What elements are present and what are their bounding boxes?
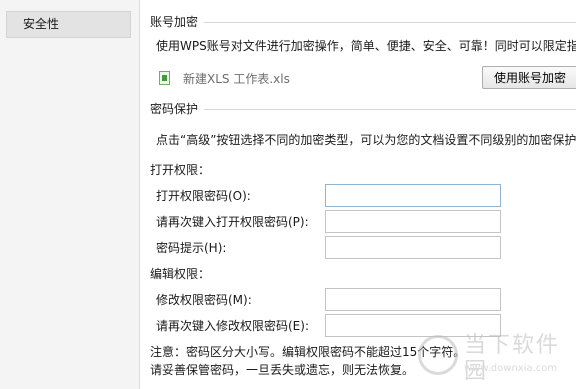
open-password-confirm-label: 请再次键入打开权限密码(P):: [156, 215, 309, 229]
file-row: 新建XLS 工作表.xls: [159, 69, 290, 87]
edit-password-label: 修改权限密码(M):: [156, 293, 252, 307]
watermark-title: 当下软件园: [464, 333, 561, 384]
sidebar: 安全性: [0, 0, 140, 389]
account-encrypt-button[interactable]: 使用账号加密: [482, 66, 576, 89]
spreadsheet-file-icon: [159, 71, 170, 85]
watermark-logo-icon: [418, 335, 458, 375]
section-title: 账号加密: [150, 15, 199, 29]
section-title: 密码保护: [150, 102, 199, 116]
edit-password-confirm-label: 请再次键入修改权限密码(E):: [156, 319, 309, 333]
open-password-label: 打开权限密码(O):: [156, 189, 251, 203]
password-hint-input[interactable]: [325, 236, 501, 259]
watermark-url: www.downxia.com: [464, 363, 558, 374]
open-permission-title: 打开权限：: [150, 163, 211, 177]
password-protect-section-header: 密码保护: [150, 101, 576, 117]
edit-password-input[interactable]: [325, 288, 501, 311]
divider: [204, 108, 576, 110]
sidebar-item-label: 安全性: [23, 17, 60, 31]
sidebar-item-security[interactable]: 安全性: [6, 11, 131, 38]
open-password-input[interactable]: [325, 184, 501, 207]
site-watermark: 当下软件园 www.downxia.com: [418, 331, 568, 384]
open-password-confirm-input[interactable]: [325, 210, 501, 233]
account-encrypt-section-header: 账号加密: [150, 14, 576, 30]
edit-permission-title: 编辑权限：: [150, 267, 211, 281]
password-protect-description: 点击“高级”按钮选择不同的加密类型，可以为您的文档设置不同级别的加密保护: [156, 133, 576, 147]
password-hint-label: 密码提示(H):: [156, 241, 227, 255]
file-name: 新建XLS 工作表.xls: [183, 71, 290, 86]
account-encrypt-description: 使用WPS账号对文件进行加密操作，简单、便捷、安全、可靠！同时可以限定指: [156, 39, 576, 53]
password-note-safekeeping: 请妥善保管密码，一旦丢失或遗忘，则无法恢复。: [150, 363, 415, 377]
divider: [204, 21, 576, 23]
